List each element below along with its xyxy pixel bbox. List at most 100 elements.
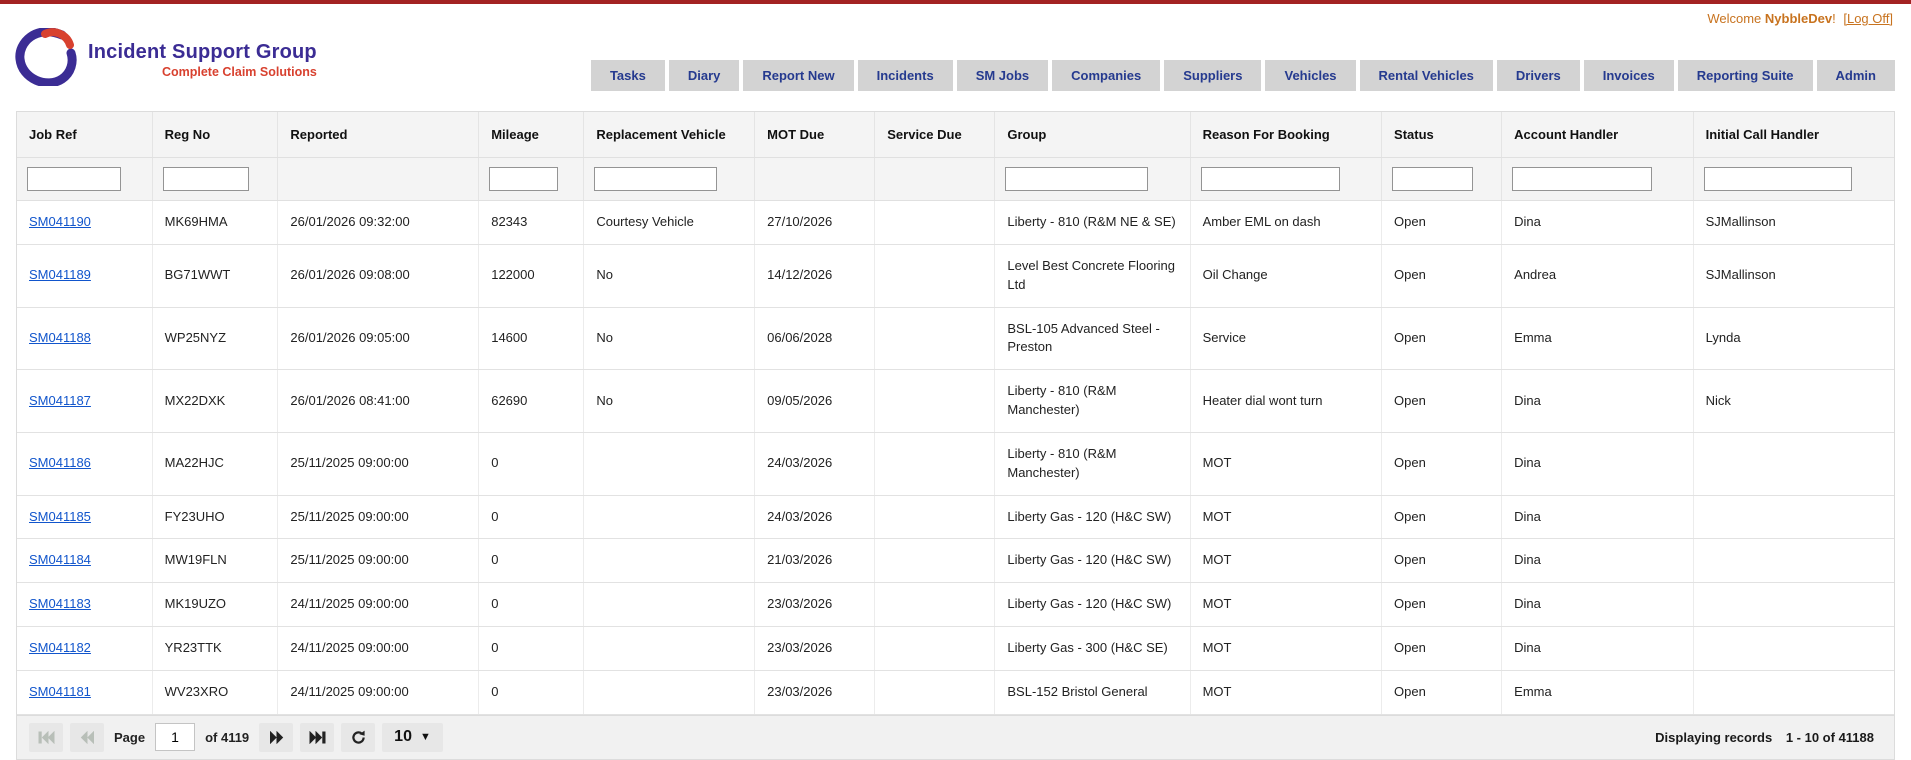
nav-tab-invoices[interactable]: Invoices (1583, 60, 1674, 91)
job-ref-link[interactable]: SM041185 (29, 509, 91, 524)
last-page-button[interactable] (300, 722, 335, 752)
job-ref-link[interactable]: SM041190 (29, 214, 91, 229)
cell-mot-due: 21/03/2026 (754, 538, 876, 584)
page-size-select[interactable]: 10 ▼ (382, 722, 443, 752)
nav-tab-sm-jobs[interactable]: SM Jobs (956, 60, 1049, 91)
column-header-reported[interactable]: Reported (277, 112, 480, 158)
cell-replacement-vehicle (583, 582, 756, 628)
records-summary: Displaying records 1 - 10 of 41188 (1655, 730, 1882, 745)
filter-cell-group (994, 157, 1191, 201)
cell-mot-due: 27/10/2026 (754, 200, 876, 245)
cell-status: Open (1381, 432, 1503, 496)
nav-tab-rental-vehicles[interactable]: Rental Vehicles (1359, 60, 1493, 91)
cell-reason-for-booking: Service (1190, 307, 1383, 371)
filter-input-mileage[interactable] (489, 167, 559, 191)
cell-mot-due: 14/12/2026 (754, 244, 876, 308)
prev-page-button[interactable] (70, 722, 104, 752)
cell-mot-due: 06/06/2028 (754, 307, 876, 371)
column-header-reason-for-booking[interactable]: Reason For Booking (1190, 112, 1383, 158)
filter-cell-mileage (478, 157, 585, 201)
nav-tab-reporting-suite[interactable]: Reporting Suite (1677, 60, 1813, 91)
job-ref-link[interactable]: SM041182 (29, 640, 91, 655)
cell-job-ref: SM041187 (17, 369, 153, 433)
cell-status: Open (1381, 244, 1503, 308)
job-ref-link[interactable]: SM041184 (29, 552, 91, 567)
nav-tab-vehicles[interactable]: Vehicles (1265, 60, 1356, 91)
nav-tab-diary[interactable]: Diary (668, 60, 740, 91)
nav-tabs: Tasks Diary Report New Incidents SM Jobs Comp… (590, 60, 1895, 91)
filter-input-initial-call-handler[interactable] (1703, 167, 1852, 191)
filter-cell-reg-no (152, 157, 279, 201)
column-header-group[interactable]: Group (994, 112, 1191, 158)
job-ref-link[interactable]: SM041188 (29, 330, 91, 345)
username: NybbleDev (1764, 11, 1833, 26)
filter-input-replacement-vehicle[interactable] (594, 167, 718, 191)
column-header-service-due[interactable]: Service Due (874, 112, 996, 158)
job-ref-link[interactable]: SM041189 (29, 267, 91, 282)
column-header-mileage[interactable]: Mileage (478, 112, 585, 158)
cell-group: Liberty - 810 (R&M Manchester) (994, 369, 1191, 433)
cell-service-due (874, 495, 996, 540)
page-number-input[interactable] (155, 723, 196, 752)
log-off-link[interactable]: [Log Off] (1843, 11, 1893, 26)
cell-account-handler: Emma (1501, 307, 1694, 371)
job-ref-link[interactable]: SM041183 (29, 596, 91, 611)
column-header-status[interactable]: Status (1381, 112, 1503, 158)
job-ref-link[interactable]: SM041181 (29, 684, 91, 699)
cell-replacement-vehicle (583, 432, 756, 496)
cell-group: Liberty Gas - 120 (H&C SW) (994, 582, 1191, 628)
next-page-button[interactable] (259, 722, 294, 752)
filter-input-status[interactable] (1392, 167, 1474, 191)
column-header-initial-call-handler[interactable]: Initial Call Handler (1693, 112, 1894, 158)
refresh-button[interactable] (341, 722, 376, 752)
column-header-mot-due[interactable]: MOT Due (754, 112, 876, 158)
column-header-account-handler[interactable]: Account Handler (1501, 112, 1694, 158)
filter-input-job-ref[interactable] (27, 167, 121, 191)
cell-account-handler: Dina (1501, 369, 1694, 433)
cell-initial-call-handler: Lynda (1693, 307, 1894, 371)
column-header-job-ref[interactable]: Job Ref (17, 112, 153, 158)
cell-reported: 25/11/2025 09:00:00 (277, 495, 480, 540)
jobs-grid: Job Ref Reg No Reported Mileage Replacement … (16, 111, 1895, 715)
first-page-button[interactable] (29, 722, 63, 752)
cell-status: Open (1381, 495, 1503, 540)
column-header-reg-no[interactable]: Reg No (152, 112, 279, 158)
cell-reason-for-booking: MOT (1190, 495, 1383, 540)
cell-status: Open (1381, 582, 1503, 628)
job-ref-link[interactable]: SM041186 (29, 455, 91, 470)
filter-input-reg-no[interactable] (162, 167, 249, 191)
page-size-value: 10 (394, 728, 412, 746)
cell-mileage: 82343 (478, 200, 585, 245)
nav-tab-admin[interactable]: Admin (1816, 60, 1895, 91)
pager-bar: Page of 4119 10 ▼ Displaying records 1 -… (16, 714, 1895, 760)
filter-input-group[interactable] (1005, 167, 1149, 191)
filter-cell-reported (277, 157, 480, 201)
cell-reason-for-booking: Amber EML on dash (1190, 200, 1383, 245)
filter-cell-mot-due (754, 157, 876, 201)
nav-tab-drivers[interactable]: Drivers (1496, 60, 1580, 91)
filter-input-account-handler[interactable] (1512, 167, 1652, 191)
cell-account-handler: Dina (1501, 495, 1694, 540)
column-header-replacement-vehicle[interactable]: Replacement Vehicle (583, 112, 756, 158)
cell-service-due (874, 200, 996, 245)
cell-reported: 24/11/2025 09:00:00 (277, 626, 480, 671)
cell-reason-for-booking: MOT (1190, 582, 1383, 628)
cell-job-ref: SM041190 (17, 200, 153, 245)
column-header-row: Job Ref Reg No Reported Mileage Replacement … (17, 112, 1894, 158)
cell-group: BSL-105 Advanced Steel - Preston (994, 307, 1191, 371)
filter-cell-status (1381, 157, 1503, 201)
cell-reg-no: YR23TTK (152, 626, 279, 671)
filter-cell-initial-call-handler (1693, 157, 1894, 201)
nav-tab-companies[interactable]: Companies (1052, 60, 1161, 91)
cell-initial-call-handler: SJMallinson (1693, 200, 1894, 245)
nav-tab-incidents[interactable]: Incidents (857, 60, 953, 91)
cell-reason-for-booking: MOT (1190, 432, 1383, 496)
logo-swirl-icon (14, 27, 78, 91)
job-ref-link[interactable]: SM041187 (29, 393, 91, 408)
nav-tab-report-new[interactable]: Report New (743, 60, 854, 91)
nav-tab-tasks[interactable]: Tasks (590, 60, 665, 91)
filter-input-reason-for-booking[interactable] (1200, 167, 1341, 191)
cell-reported: 24/11/2025 09:00:00 (277, 670, 480, 715)
nav-tab-suppliers[interactable]: Suppliers (1164, 60, 1262, 91)
cell-replacement-vehicle: No (583, 307, 756, 371)
